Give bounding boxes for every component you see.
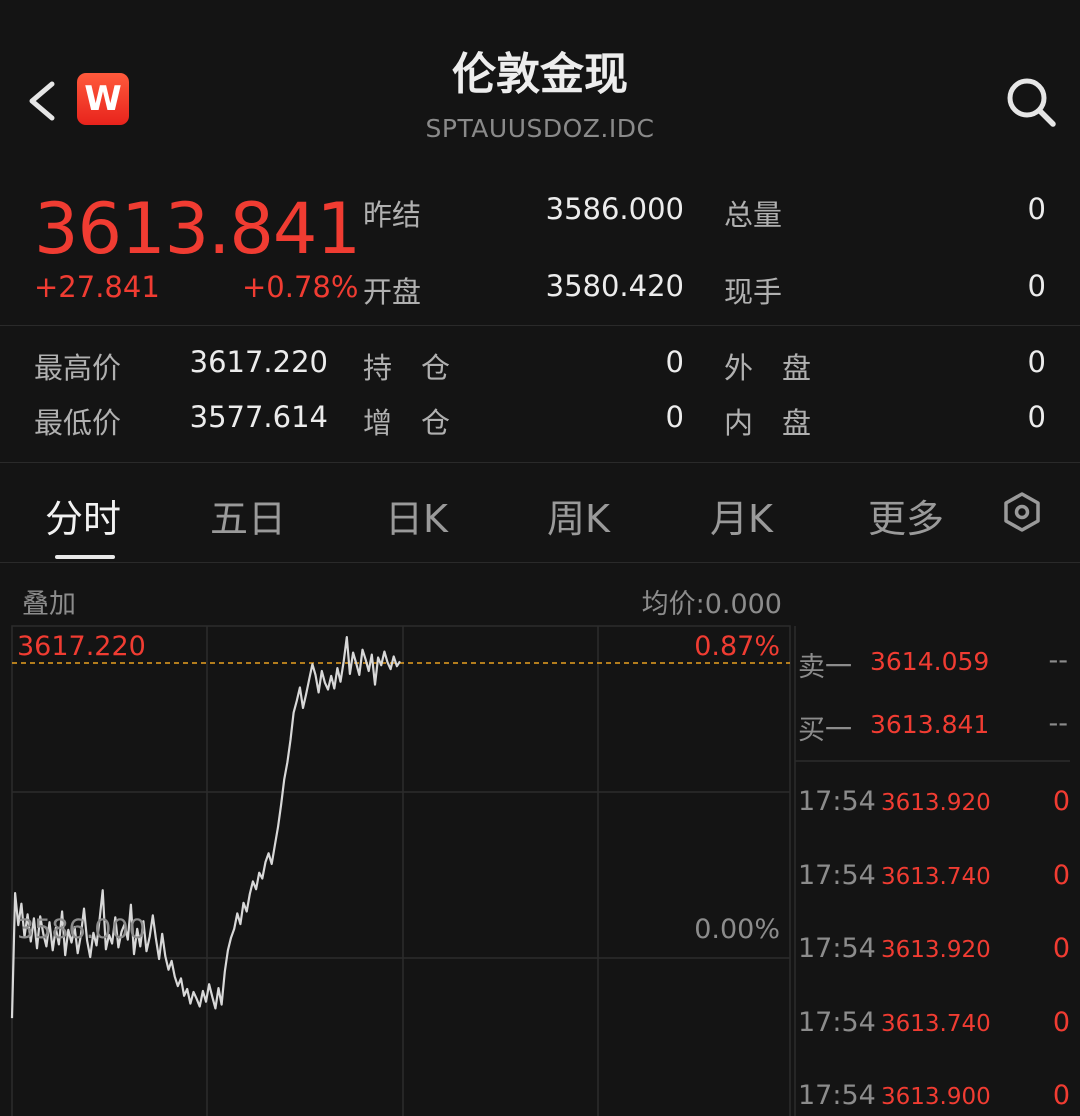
divider: [0, 462, 1080, 463]
price-change: +27.841: [34, 270, 160, 304]
stat-label: 外 盘: [724, 351, 812, 385]
y-high-label: 3617.220: [17, 631, 146, 662]
tick-price: 3613.740: [881, 863, 991, 890]
stat-value: 0: [1027, 192, 1046, 226]
stat-value: 0: [1027, 345, 1046, 379]
tab-five-day[interactable]: 五日: [210, 488, 286, 543]
sell1-volume: --: [1048, 645, 1069, 676]
tab-weekly-k[interactable]: 周K: [547, 488, 610, 543]
stat-value: 0: [1027, 269, 1046, 303]
tick-time: 17:54: [798, 1080, 876, 1111]
stat-value: 0: [665, 400, 684, 434]
last-price: 3613.841: [34, 188, 361, 270]
search-icon[interactable]: [1003, 74, 1059, 130]
stat-label: 总量: [724, 198, 783, 232]
tab-more[interactable]: 更多: [868, 488, 944, 543]
tick-volume: 0: [1052, 1006, 1070, 1038]
stat-label: 持 仓: [363, 351, 451, 385]
tab-intraday[interactable]: 分时: [45, 488, 121, 543]
sell1-price: 3614.059: [870, 647, 990, 676]
y-high-pct-label: 0.87%: [694, 631, 780, 662]
settings-icon[interactable]: [1000, 490, 1044, 534]
y-base-label: 3586.000: [17, 914, 146, 945]
price-series-line: [10, 635, 401, 1019]
page-title: 伦敦金现: [452, 49, 628, 100]
tick-price: 3613.740: [881, 1010, 991, 1037]
symbol-code: SPTAUUSDOZ.IDC: [425, 114, 655, 143]
stat-value: 3577.614: [189, 400, 328, 434]
stat-label: 内 盘: [724, 406, 812, 440]
stat-label: 现手: [724, 275, 783, 309]
buy1-price: 3613.841: [870, 710, 990, 739]
tab-daily-k[interactable]: 日K: [385, 488, 448, 543]
stat-value: 0: [665, 345, 684, 379]
stat-label: 增 仓: [363, 406, 451, 440]
stat-value: 3586.000: [545, 192, 684, 226]
stat-label: 最高价: [34, 351, 122, 385]
price-change-pct: +0.78%: [242, 270, 359, 304]
buy1-label: 买一: [798, 715, 852, 746]
tick-time: 17:54: [798, 786, 876, 817]
tick-price: 3613.920: [881, 790, 991, 816]
divider: [0, 325, 1080, 326]
stat-label: 开盘: [363, 275, 422, 309]
buy1-volume: --: [1048, 708, 1069, 739]
sell1-label: 卖一: [798, 652, 852, 683]
tab-monthly-k[interactable]: 月K: [710, 488, 773, 543]
tick-time: 17:54: [798, 859, 876, 891]
tick-volume: 0: [1052, 786, 1070, 817]
tick-volume: 0: [1052, 1080, 1070, 1111]
stat-value: 0: [1027, 400, 1046, 434]
stat-value: 3580.420: [545, 269, 684, 303]
tick-time: 17:54: [798, 1006, 876, 1038]
tick-time: 17:54: [798, 933, 876, 964]
active-tab-indicator: [55, 555, 115, 559]
tick-price: 3613.900: [881, 1084, 991, 1110]
tick-volume: 0: [1052, 859, 1070, 891]
divider: [0, 562, 1080, 563]
tick-volume: 0: [1052, 933, 1070, 964]
stat-label: 昨结: [363, 198, 422, 232]
tick-price: 3613.920: [881, 937, 991, 963]
y-base-pct-label: 0.00%: [694, 914, 780, 945]
stat-value: 3617.220: [189, 345, 328, 379]
stat-label: 最低价: [34, 406, 122, 440]
